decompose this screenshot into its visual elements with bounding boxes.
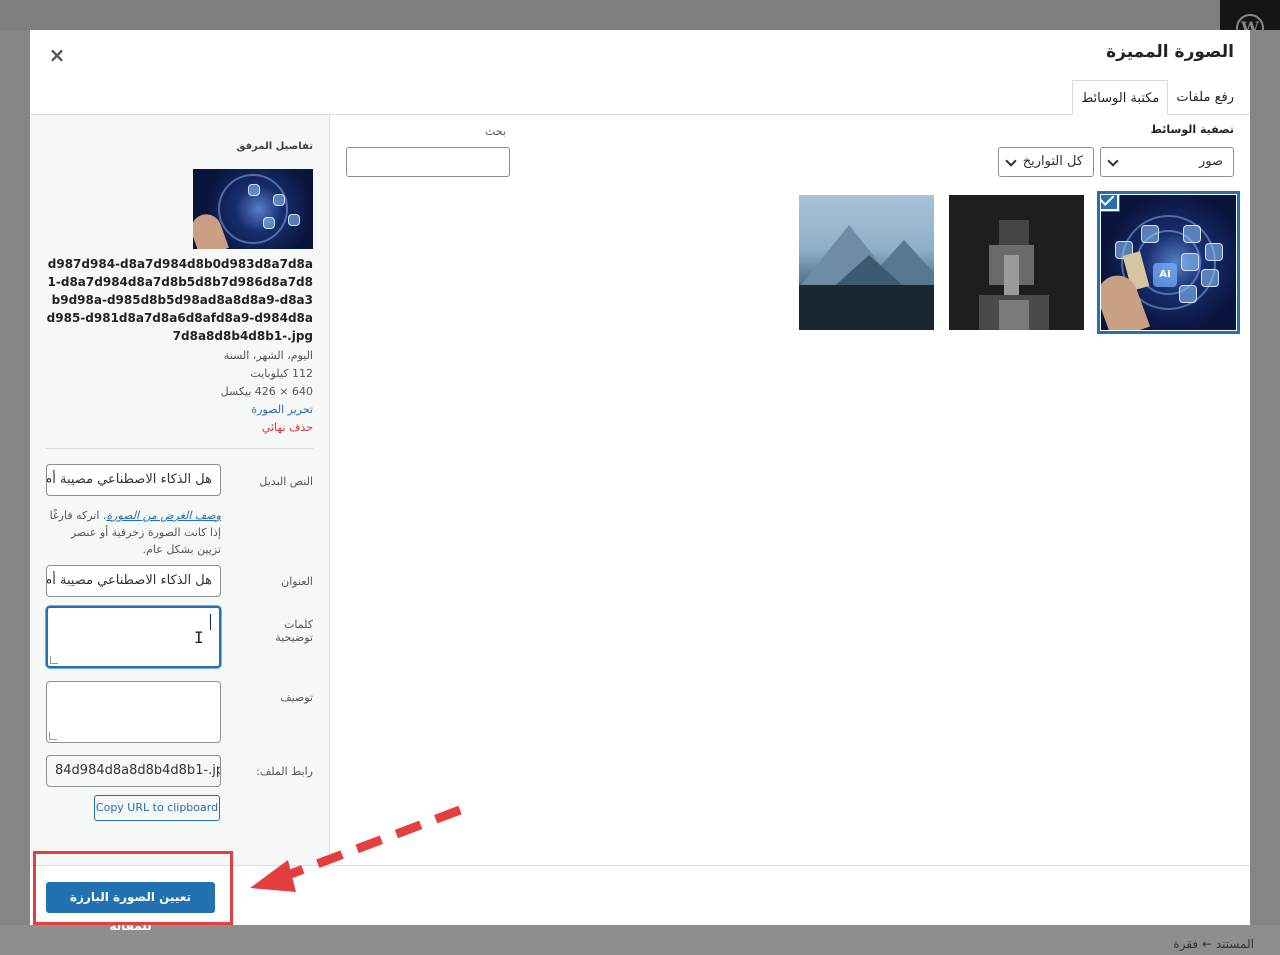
modal-toolbar: تعيين الصورة البارزة للمقالة xyxy=(30,851,1250,933)
delete-permanently-link[interactable]: حذف نهائي xyxy=(262,421,313,434)
decor-hex xyxy=(288,214,300,226)
file-url-input[interactable]: 84d984d8a8d8b4d8b1-.jpg xyxy=(46,755,221,787)
decor-hex xyxy=(273,194,285,206)
title-label: العنوان xyxy=(281,575,313,588)
decor-hex xyxy=(1183,225,1201,243)
media-browser: تصفية الوسائط صور كل التواريخ بحث AI xyxy=(330,115,1250,865)
date-filter[interactable]: كل التواريخ xyxy=(998,147,1094,177)
text-caret xyxy=(210,614,211,630)
editor-footer-background: المستند ← فقرة xyxy=(0,925,1280,955)
media-type-filter[interactable]: صور xyxy=(1100,147,1234,177)
selected-check-icon[interactable] xyxy=(1101,195,1119,211)
attachment-date: اليوم، الشهر، السنة xyxy=(223,349,313,362)
attachment-filename: d987d984-d8a7d984d8b0d983d8a7d8a1-d8a7d9… xyxy=(46,257,313,343)
decor-hex xyxy=(248,184,260,196)
modal-title: الصورة المميزة xyxy=(1106,42,1234,62)
attachment-details-title: تفاصيل المرفق xyxy=(236,141,313,152)
attachment-pixelated-portrait[interactable] xyxy=(949,195,1084,330)
decor-hex xyxy=(1179,285,1197,303)
tab-media-library[interactable]: مكتبة الوسائط xyxy=(1072,80,1169,115)
filter-media-label: تصفية الوسائط xyxy=(1150,123,1234,136)
file-url-label: رابط الملف: xyxy=(256,765,313,778)
ai-badge: AI xyxy=(1153,263,1177,287)
caption-textarea[interactable]: I xyxy=(46,606,221,668)
sidebar-divider xyxy=(46,448,313,449)
attachment-dimensions: 640 × 426 بيكسل xyxy=(220,385,313,398)
annotation-arrow-icon xyxy=(250,805,462,892)
search-label: بحث xyxy=(485,125,506,138)
edit-image-link[interactable]: تحرير الصورة xyxy=(251,403,313,416)
editor-background-right xyxy=(1250,30,1280,925)
attachment-ai-image[interactable]: AI xyxy=(1097,191,1240,334)
alt-text-help: وصف الغرض من الصورة. اتركه فارغًا إذا كا… xyxy=(46,507,221,558)
alt-text-input[interactable]: هل الذكاء الاصطناعي مصيبة أم فائدة للبشر xyxy=(46,464,221,496)
alt-text-label: النص البديل xyxy=(259,475,313,488)
decor-hex xyxy=(263,217,275,229)
decor-hex xyxy=(1201,269,1219,287)
highlight-box xyxy=(33,851,233,925)
decor-hex xyxy=(1181,253,1199,271)
search-input[interactable] xyxy=(346,147,510,177)
alt-text-help-link[interactable]: وصف الغرض من الصورة xyxy=(106,509,221,522)
attachment-preview xyxy=(193,169,313,249)
media-type-filter-value: صور xyxy=(1198,154,1223,169)
close-icon[interactable]: × xyxy=(46,44,68,66)
decor-hex xyxy=(1141,225,1159,243)
editor-background-left xyxy=(0,30,30,925)
chevron-down-icon xyxy=(1005,155,1017,167)
caption-label: كلمات توضيحية xyxy=(275,618,313,644)
decor-hex xyxy=(1205,243,1223,261)
resize-handle-icon[interactable] xyxy=(50,656,58,664)
date-filter-value: كل التواريخ xyxy=(1022,154,1083,169)
resize-handle-icon[interactable] xyxy=(49,732,57,740)
featured-image-modal: الصورة المميزة × رفع ملفات مكتبة الوسائط… xyxy=(30,30,1250,933)
attachment-mountain-landscape[interactable] xyxy=(799,195,934,330)
title-input[interactable]: هل الذكاء الاصطناعي مصيبة أم فائدة للبشر xyxy=(46,565,221,597)
editor-breadcrumb[interactable]: المستند ← فقرة xyxy=(1173,937,1254,951)
description-textarea[interactable] xyxy=(46,681,221,743)
chevron-down-icon xyxy=(1107,155,1119,167)
decor-trees xyxy=(799,285,934,330)
attachment-details-sidebar: تفاصيل المرفق d987d984-d8a7d984d8b0d983d… xyxy=(30,115,330,865)
text-cursor-icon: I xyxy=(194,628,204,647)
pixel-block xyxy=(999,300,1029,330)
editor-toolbar-background xyxy=(0,0,1280,30)
copy-url-button[interactable]: Copy URL to clipboard xyxy=(94,795,220,821)
tab-upload-files[interactable]: رفع ملفات xyxy=(1168,80,1242,115)
pixel-block xyxy=(1004,255,1019,300)
description-label: توصيف xyxy=(280,691,313,704)
modal-tabs: رفع ملفات مكتبة الوسائط xyxy=(1072,80,1242,115)
attachment-filesize: 112 كيلوبايت xyxy=(250,367,313,380)
